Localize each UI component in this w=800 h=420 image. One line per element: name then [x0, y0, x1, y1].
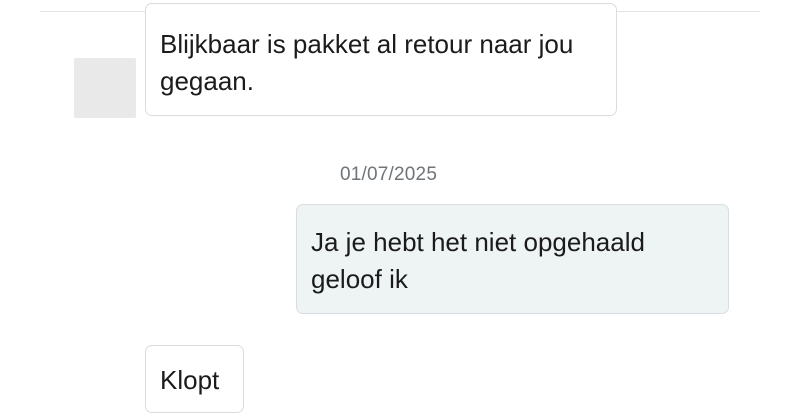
message-bubble-incoming[interactable]: Blijkbaar is pakket al retour naar jou g… [145, 3, 617, 116]
date-separator: 01/07/2025 [340, 164, 438, 185]
message-bubble-outgoing[interactable]: Ja je hebt het niet opgehaald geloof ik [296, 204, 729, 314]
message-text: Blijkbaar is pakket al retour naar jou g… [160, 29, 574, 96]
contact-avatar[interactable] [74, 58, 136, 118]
message-text: Klopt [160, 365, 220, 395]
message-bubble-incoming[interactable]: Klopt [145, 345, 244, 413]
message-text: Ja je hebt het niet opgehaald geloof ik [311, 227, 645, 294]
